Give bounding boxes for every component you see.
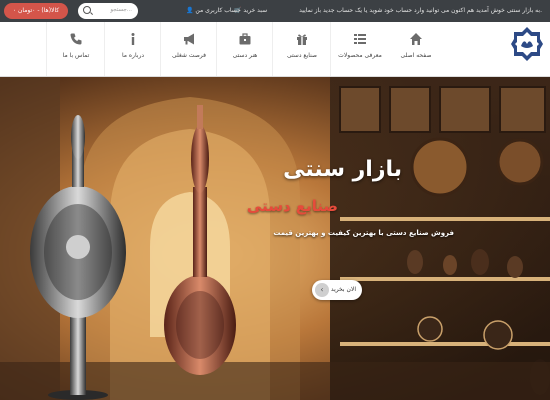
site-logo[interactable]: [510, 26, 544, 62]
search-placeholder: جستجو...: [110, 7, 132, 13]
cart-button[interactable]: ۰ کالا(ها) - ۰تومان: [4, 3, 68, 19]
arrow-left-icon: ‹: [315, 283, 329, 297]
nav-item-contact[interactable]: تماس با ما: [46, 22, 105, 76]
buy-now-button[interactable]: ‹ الان بخرید: [312, 280, 362, 300]
cart-link-label[interactable]: سبد خرید: [243, 7, 267, 14]
nav-item-handmade-art[interactable]: هنر دستی: [216, 22, 273, 76]
info-icon: [126, 32, 140, 46]
nav-item-home[interactable]: صفحه اصلی: [388, 22, 444, 76]
gift-icon: [295, 32, 309, 46]
list-icon: [353, 32, 367, 46]
search-icon[interactable]: [83, 6, 91, 14]
nav-item-jobs[interactable]: فرصت شغلی: [160, 22, 217, 76]
home-icon: [409, 32, 423, 46]
nav-label-handicrafts[interactable]: صنایع دستی: [273, 52, 331, 59]
nav-item-about[interactable]: درباره ما: [104, 22, 161, 76]
search-input[interactable]: جستجو...: [78, 3, 138, 19]
nav-label-home[interactable]: صفحه اصلی: [388, 52, 444, 59]
account-link-label[interactable]: حساب کاربری من: [195, 7, 240, 14]
briefcase-icon: [238, 32, 252, 46]
nav-item-products[interactable]: معرفی محصولات: [330, 22, 389, 76]
main-nav: صفحه اصلی معرفی محصولات صنایع دستی هنر د…: [0, 22, 550, 77]
top-bar: به بازار سنتی خوش آمدید هم اکنون می توان…: [0, 0, 550, 22]
hero-background-image: [0, 77, 550, 400]
buy-now-label[interactable]: الان بخرید: [331, 286, 356, 293]
nav-label-contact[interactable]: تماس با ما: [47, 52, 105, 59]
nav-label-jobs[interactable]: فرصت شغلی: [161, 52, 217, 59]
account-link[interactable]: 👤 حساب کاربری من: [186, 7, 241, 14]
phone-icon: [69, 32, 83, 46]
welcome-message: به بازار سنتی خوش آمدید هم اکنون می توان…: [299, 7, 542, 14]
hero-description: فروش صنایع دستی با بهترین کیفیت و بهترین…: [273, 229, 454, 237]
hero-banner: بازار سنتی صنایع دستی فروش صنایع دستی با…: [0, 77, 550, 400]
hero-title: بازار سنتی: [283, 157, 402, 182]
nav-label-products[interactable]: معرفی محصولات: [331, 52, 389, 59]
hero-subtitle: صنایع دستی: [246, 197, 338, 215]
nav-label-handmade-art[interactable]: هنر دستی: [217, 52, 273, 59]
nav-item-handicrafts[interactable]: صنایع دستی: [272, 22, 331, 76]
nav-label-about[interactable]: درباره ما: [105, 52, 161, 59]
megaphone-icon: [182, 32, 196, 46]
